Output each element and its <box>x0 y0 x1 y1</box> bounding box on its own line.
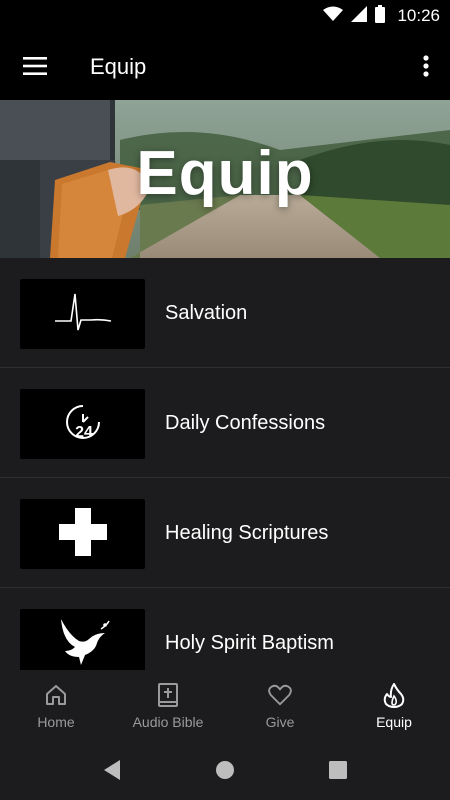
back-icon[interactable] <box>100 758 124 782</box>
nav-item-equip[interactable]: Equip <box>338 670 450 740</box>
list-item-label: Holy Spirit Baptism <box>165 632 334 654</box>
battery-icon <box>375 4 386 28</box>
nav-item-give[interactable]: Give <box>224 670 336 740</box>
more-vert-icon[interactable] <box>414 46 438 86</box>
list-item-salvation[interactable]: Salvation <box>0 258 450 368</box>
list-item-label: Salvation <box>165 302 248 324</box>
nav-item-audio-bible[interactable]: Audio Bible <box>112 670 224 740</box>
list-item-label: Healing Scriptures <box>165 522 329 544</box>
bottom-navigation: Home Audio Bible Give Equip <box>0 670 450 740</box>
equip-list: Salvation 24 Daily Confessions Healing S… <box>0 258 450 670</box>
list-item-healing-scriptures[interactable]: Healing Scriptures <box>0 478 450 588</box>
list-item-holy-spirit-baptism[interactable]: Holy Spirit Baptism <box>0 588 450 670</box>
home-circle-icon[interactable] <box>213 758 237 782</box>
recents-icon[interactable] <box>326 758 350 782</box>
nav-label: Give <box>265 714 295 730</box>
clock-24-icon: 24 <box>61 400 105 449</box>
dove-icon <box>55 617 111 671</box>
hero-title: Equip <box>136 139 314 208</box>
app-bar: Equip <box>0 32 450 100</box>
nav-label: Audio Bible <box>132 714 204 730</box>
list-item-label: Daily Confessions <box>165 412 326 434</box>
thumbnail <box>20 279 145 349</box>
thumbnail <box>20 609 145 670</box>
home-icon <box>44 682 68 708</box>
hero-banner: Equip <box>0 100 450 258</box>
thumbnail <box>20 499 145 569</box>
heart-icon <box>268 682 292 708</box>
heartbeat-icon <box>53 290 113 339</box>
nav-label: Equip <box>376 714 412 730</box>
flame-icon <box>382 682 406 708</box>
hamburger-menu-icon[interactable] <box>14 46 56 86</box>
cross-icon <box>58 507 108 562</box>
system-navigation-bar <box>0 740 450 800</box>
signal-icon <box>351 5 368 27</box>
wifi-icon <box>323 6 344 27</box>
thumbnail: 24 <box>20 389 145 459</box>
status-time: 10:26 <box>397 6 440 25</box>
bible-icon <box>156 682 180 708</box>
status-icons: 10:26 <box>323 4 440 28</box>
list-item-daily-confessions[interactable]: 24 Daily Confessions <box>0 368 450 478</box>
status-bar: 10:26 <box>0 0 450 32</box>
nav-item-home[interactable]: Home <box>0 670 112 740</box>
nav-label: Home <box>37 714 75 730</box>
svg-text:24: 24 <box>75 424 93 441</box>
page-title: Equip <box>90 54 147 79</box>
